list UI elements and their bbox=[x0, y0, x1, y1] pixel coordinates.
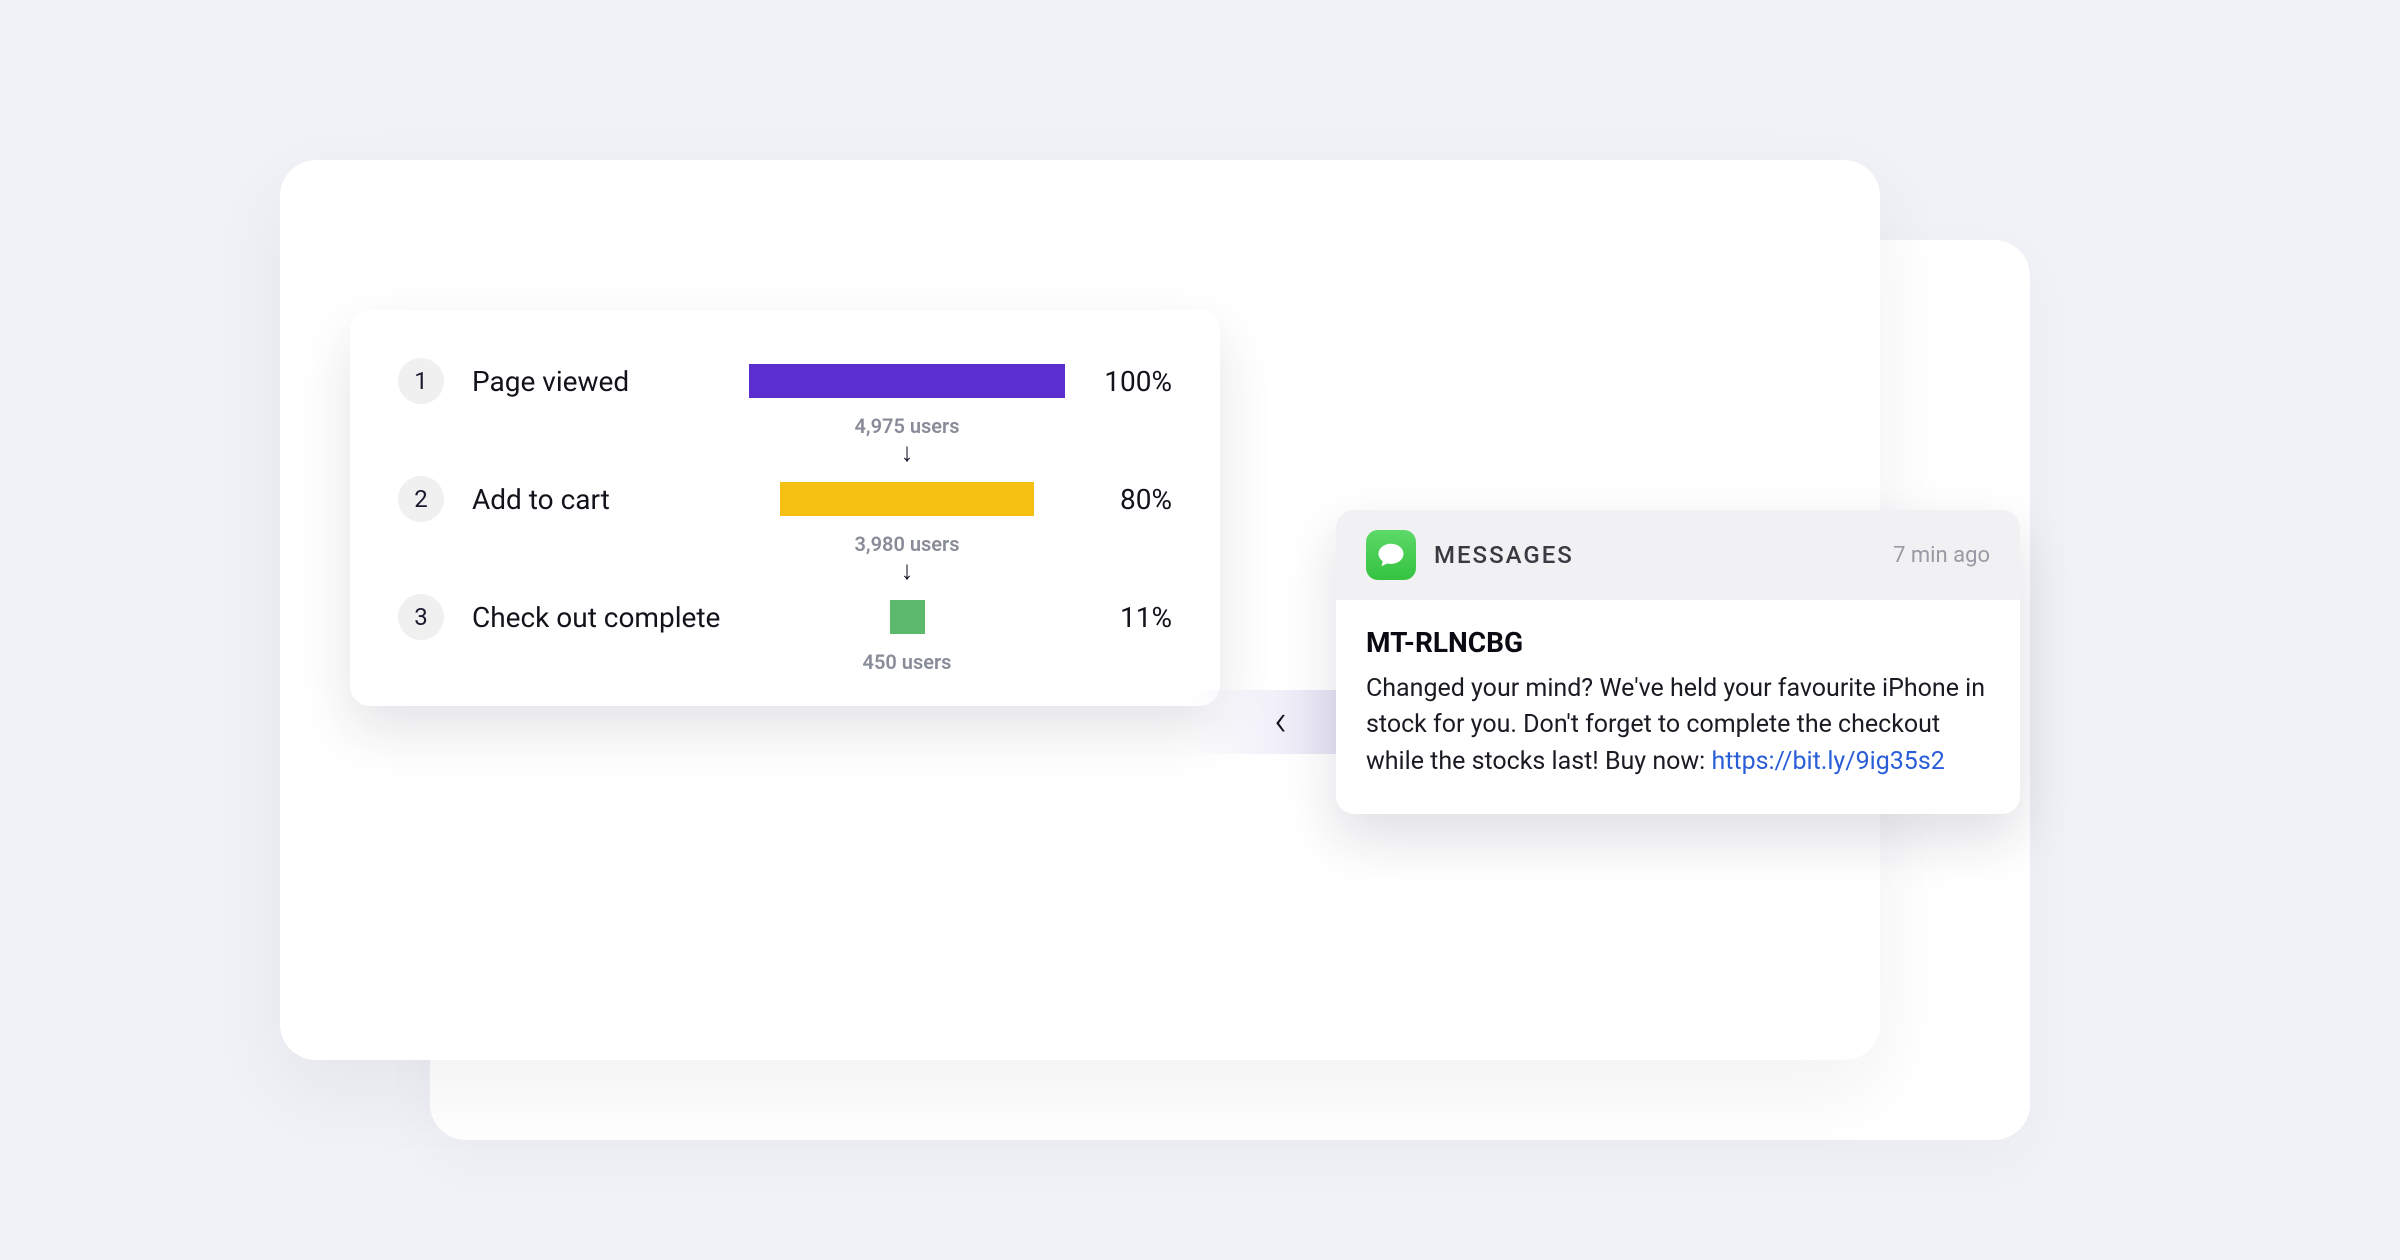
bar-cell bbox=[742, 482, 1072, 516]
messages-app-icon bbox=[1366, 530, 1416, 580]
chevron-left-icon: ‹ bbox=[1274, 694, 1287, 746]
arrow-down-icon: ↓ bbox=[742, 440, 1072, 466]
step-percent: 80% bbox=[1082, 483, 1172, 516]
notification-message: Changed your mind? We've held your favou… bbox=[1366, 671, 1990, 780]
funnel-step: 3 Check out complete 11% bbox=[398, 594, 1172, 640]
bar-cell bbox=[742, 364, 1072, 398]
notification-sender: MT-RLNCBG bbox=[1366, 626, 1990, 659]
step-index-badge: 2 bbox=[398, 476, 444, 522]
step-label: Add to cart bbox=[472, 483, 732, 516]
step-percent: 100% bbox=[1082, 365, 1172, 398]
funnel-step: 1 Page viewed 100% bbox=[398, 358, 1172, 404]
notification-card[interactable]: MESSAGES 7 min ago MT-RLNCBG Changed you… bbox=[1336, 510, 2020, 814]
step-users: 450 users bbox=[742, 650, 1072, 674]
notification-time: 7 min ago bbox=[1893, 543, 1990, 568]
step-index-badge: 1 bbox=[398, 358, 444, 404]
funnel-bar bbox=[780, 482, 1034, 516]
step-users: 4,975 users bbox=[742, 414, 1072, 438]
step-label: Page viewed bbox=[472, 365, 732, 398]
notification-app-name: MESSAGES bbox=[1434, 541, 1875, 569]
funnel-bar bbox=[749, 364, 1065, 398]
step-label: Check out complete bbox=[472, 601, 732, 634]
funnel-card: 1 Page viewed 100% 4,975 users ↓ 2 Add t… bbox=[350, 310, 1220, 706]
step-users: 3,980 users bbox=[742, 532, 1072, 556]
step-index-badge: 3 bbox=[398, 594, 444, 640]
funnel-step: 2 Add to cart 80% bbox=[398, 476, 1172, 522]
step-percent: 11% bbox=[1082, 601, 1172, 634]
notification-link[interactable]: https://bit.ly/9ig35s2 bbox=[1711, 747, 1944, 776]
notification-header: MESSAGES 7 min ago bbox=[1336, 510, 2020, 600]
arrow-down-icon: ↓ bbox=[742, 558, 1072, 584]
bar-cell bbox=[742, 600, 1072, 634]
notification-body: MT-RLNCBG Changed your mind? We've held … bbox=[1336, 600, 2020, 814]
funnel-bar bbox=[890, 600, 925, 634]
